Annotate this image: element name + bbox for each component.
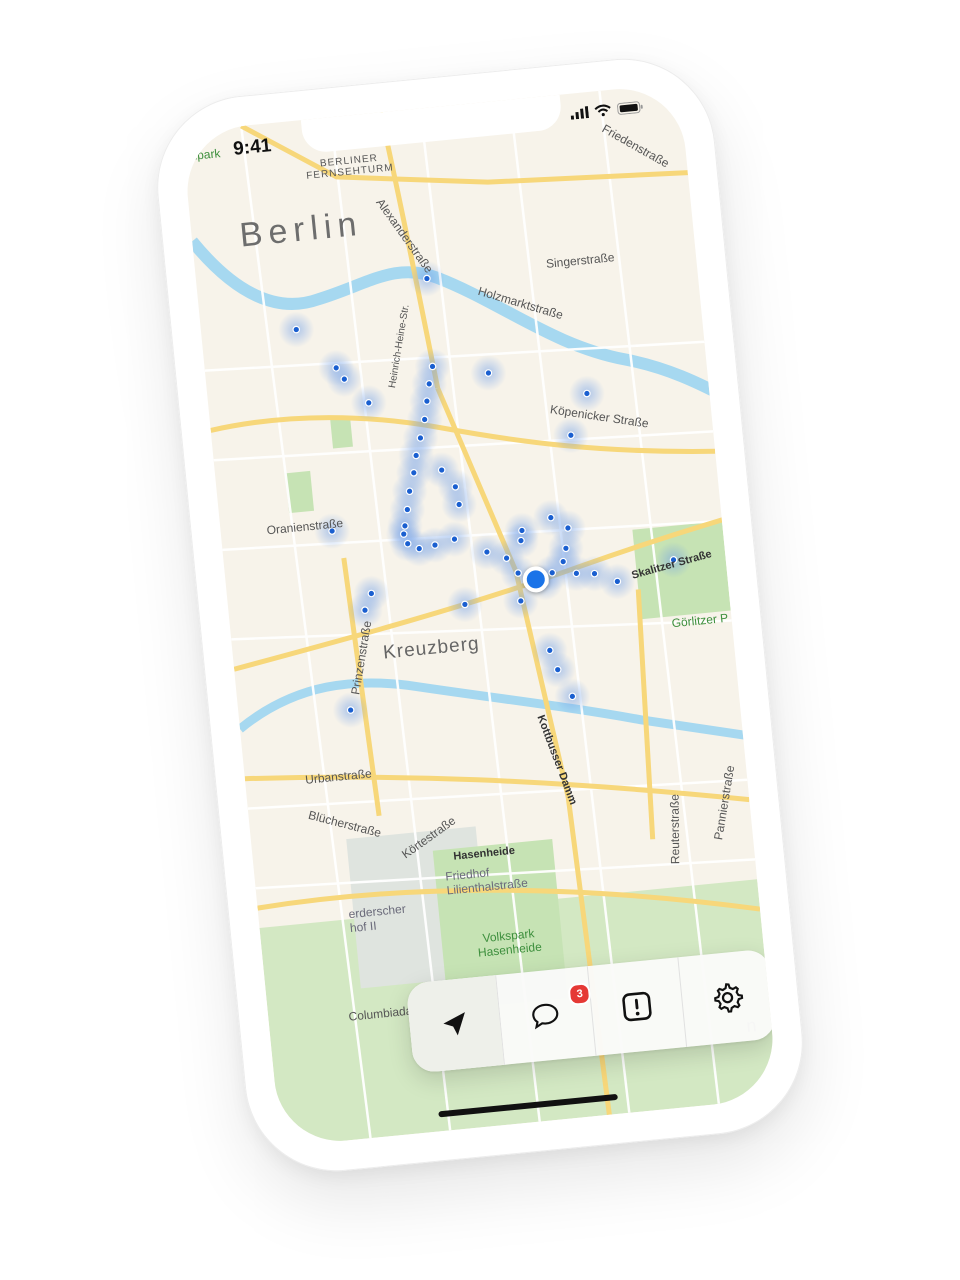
report-point[interactable] bbox=[401, 522, 409, 530]
report-point[interactable] bbox=[431, 541, 439, 549]
report-point[interactable] bbox=[461, 600, 469, 609]
report-point[interactable] bbox=[425, 380, 434, 388]
report-point[interactable] bbox=[292, 325, 301, 334]
report-point[interactable] bbox=[484, 369, 493, 377]
report-point[interactable] bbox=[364, 399, 373, 407]
report-point[interactable] bbox=[517, 536, 525, 545]
map-label-friedhof-left: erderscher hof II bbox=[347, 901, 407, 936]
report-point[interactable] bbox=[514, 569, 522, 577]
gear-icon bbox=[713, 983, 744, 1013]
cellular-signal-icon bbox=[570, 106, 590, 120]
report-point[interactable] bbox=[405, 487, 414, 496]
messages-badge: 3 bbox=[567, 982, 592, 1007]
report-point[interactable] bbox=[399, 530, 408, 538]
report-point[interactable] bbox=[613, 577, 622, 586]
report-point[interactable] bbox=[437, 466, 446, 474]
report-point[interactable] bbox=[545, 646, 554, 655]
report-point[interactable] bbox=[403, 505, 412, 514]
report-point[interactable] bbox=[451, 482, 460, 491]
report-point[interactable] bbox=[502, 554, 511, 562]
battery-icon bbox=[617, 101, 643, 115]
report-point[interactable] bbox=[416, 434, 425, 442]
report-point[interactable] bbox=[403, 539, 412, 548]
tab-location[interactable] bbox=[405, 975, 506, 1074]
report-point[interactable] bbox=[568, 692, 577, 701]
report-point[interactable] bbox=[517, 597, 525, 605]
status-time: 9:41 bbox=[232, 135, 273, 160]
report-point[interactable] bbox=[450, 535, 459, 543]
tab-report[interactable] bbox=[587, 957, 687, 1056]
report-point[interactable] bbox=[367, 589, 376, 598]
report-point[interactable] bbox=[572, 569, 581, 578]
report-point[interactable] bbox=[583, 389, 591, 398]
report-point[interactable] bbox=[567, 431, 575, 440]
report-point[interactable] bbox=[455, 500, 463, 509]
report-point[interactable] bbox=[410, 468, 418, 477]
phone-mockup: Berlin Kreuzberg BERLINER FERNSEHTURM ou… bbox=[148, 50, 812, 1180]
report-point[interactable] bbox=[423, 274, 431, 283]
report-point[interactable] bbox=[564, 524, 572, 532]
report-point[interactable] bbox=[332, 364, 340, 372]
report-point[interactable] bbox=[518, 526, 526, 535]
report-point[interactable] bbox=[483, 548, 491, 556]
report-point[interactable] bbox=[361, 606, 369, 615]
exclamation-icon bbox=[621, 991, 652, 1022]
report-point[interactable] bbox=[548, 568, 557, 577]
report-point[interactable] bbox=[423, 397, 431, 405]
report-point[interactable] bbox=[562, 544, 570, 553]
report-point[interactable] bbox=[340, 375, 349, 383]
report-point[interactable] bbox=[346, 706, 355, 714]
report-point[interactable] bbox=[415, 544, 424, 553]
report-point[interactable] bbox=[553, 665, 562, 674]
report-point[interactable] bbox=[412, 451, 420, 460]
report-point[interactable] bbox=[590, 569, 599, 578]
tab-messages[interactable]: 3 bbox=[496, 966, 597, 1065]
map-screen[interactable]: Berlin Kreuzberg BERLINER FERNSEHTURM ou… bbox=[181, 83, 779, 1147]
map-label-reuterstrasse: Reuterstraße bbox=[667, 794, 683, 865]
location-arrow-icon bbox=[443, 1012, 466, 1036]
chat-bubble-icon bbox=[532, 1003, 559, 1030]
wifi-icon bbox=[594, 104, 611, 117]
tab-settings[interactable] bbox=[678, 948, 777, 1046]
report-point[interactable] bbox=[428, 362, 437, 371]
report-point[interactable] bbox=[420, 415, 429, 424]
report-point[interactable] bbox=[559, 557, 567, 566]
report-point[interactable] bbox=[547, 513, 555, 522]
